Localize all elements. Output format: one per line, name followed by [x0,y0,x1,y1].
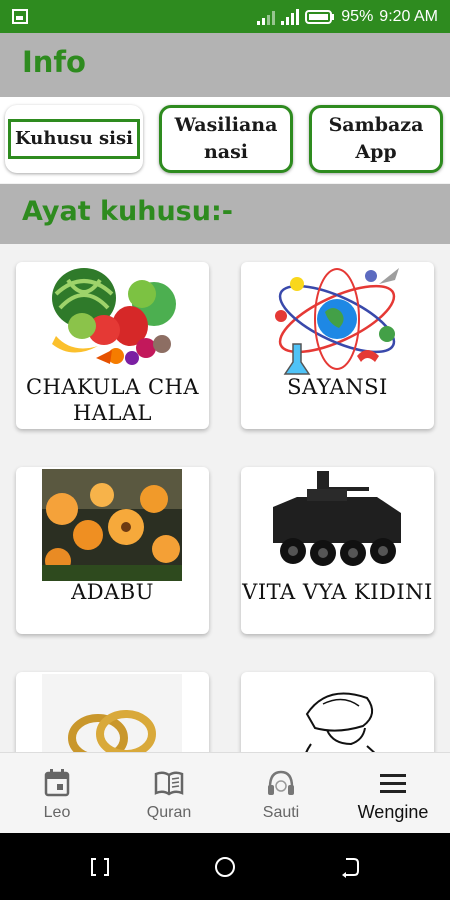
signal-icon-2 [281,8,300,25]
tab-wasiliana-nasi[interactable]: Wasiliana nasi [159,105,293,173]
calendar-icon [44,769,70,797]
sim-card-icon [12,9,28,24]
science-image [275,268,399,375]
card-label: ADABU [71,580,154,604]
fruits-vegetables-image [52,268,176,365]
nav-quran[interactable]: Quran [113,753,225,834]
nav-wengine[interactable]: Wengine [337,753,449,834]
tab-label: Wasiliana nasi [174,114,278,163]
headphones-icon [268,770,294,795]
tab-bar: Kuhusu sisi Wasiliana nasi Sambaza App [0,97,450,183]
battery-percent: 95% [341,7,374,25]
tab-label: Sambaza App [328,114,424,163]
card-chakula-cha-halal[interactable]: CHAKULA CHA HALAL [16,262,209,429]
page-title: Info [22,45,86,79]
section-header: Ayat kuhusu:- [0,184,450,244]
nav-leo[interactable]: Leo [1,753,113,834]
battery-icon [305,9,335,24]
card-sayansi[interactable]: SAYANSI [241,262,434,429]
card-adabu[interactable]: ADABU [16,467,209,634]
nav-label: Quran [146,804,192,821]
armored-vehicle-image [273,471,401,566]
nav-label: Leo [43,804,71,821]
home-icon[interactable] [213,855,237,879]
section-title: Ayat kuhusu:- [22,196,233,227]
nav-label: Sauti [262,804,300,821]
card-vita-vya-kidini[interactable]: VITA VYA KIDINI [241,467,434,634]
card-label: VITA VYA KIDINI [242,580,433,604]
card-label: CHAKULA CHA HALAL [25,375,200,425]
nav-sauti[interactable]: Sauti [225,753,337,834]
tab-kuhusu-sisi[interactable]: Kuhusu sisi [5,105,143,173]
system-navigation-bar [0,833,450,900]
card-label: SAYANSI [287,375,388,399]
book-icon [154,771,184,796]
clock: 9:20 AM [379,7,438,25]
flowers-image [42,469,182,581]
signal-icon [257,9,276,25]
back-icon[interactable] [338,855,362,879]
status-bar: 95% 9:20 AM [0,0,450,33]
tab-label: Kuhusu sisi [8,119,140,159]
tab-sambaza-app[interactable]: Sambaza App [309,105,443,173]
recent-apps-icon[interactable] [88,855,112,879]
menu-icon [380,774,406,793]
app-header: Info [0,33,450,97]
nav-label: Wengine [357,802,429,822]
bottom-navigation: Leo Quran Sauti Wengine [0,752,450,834]
